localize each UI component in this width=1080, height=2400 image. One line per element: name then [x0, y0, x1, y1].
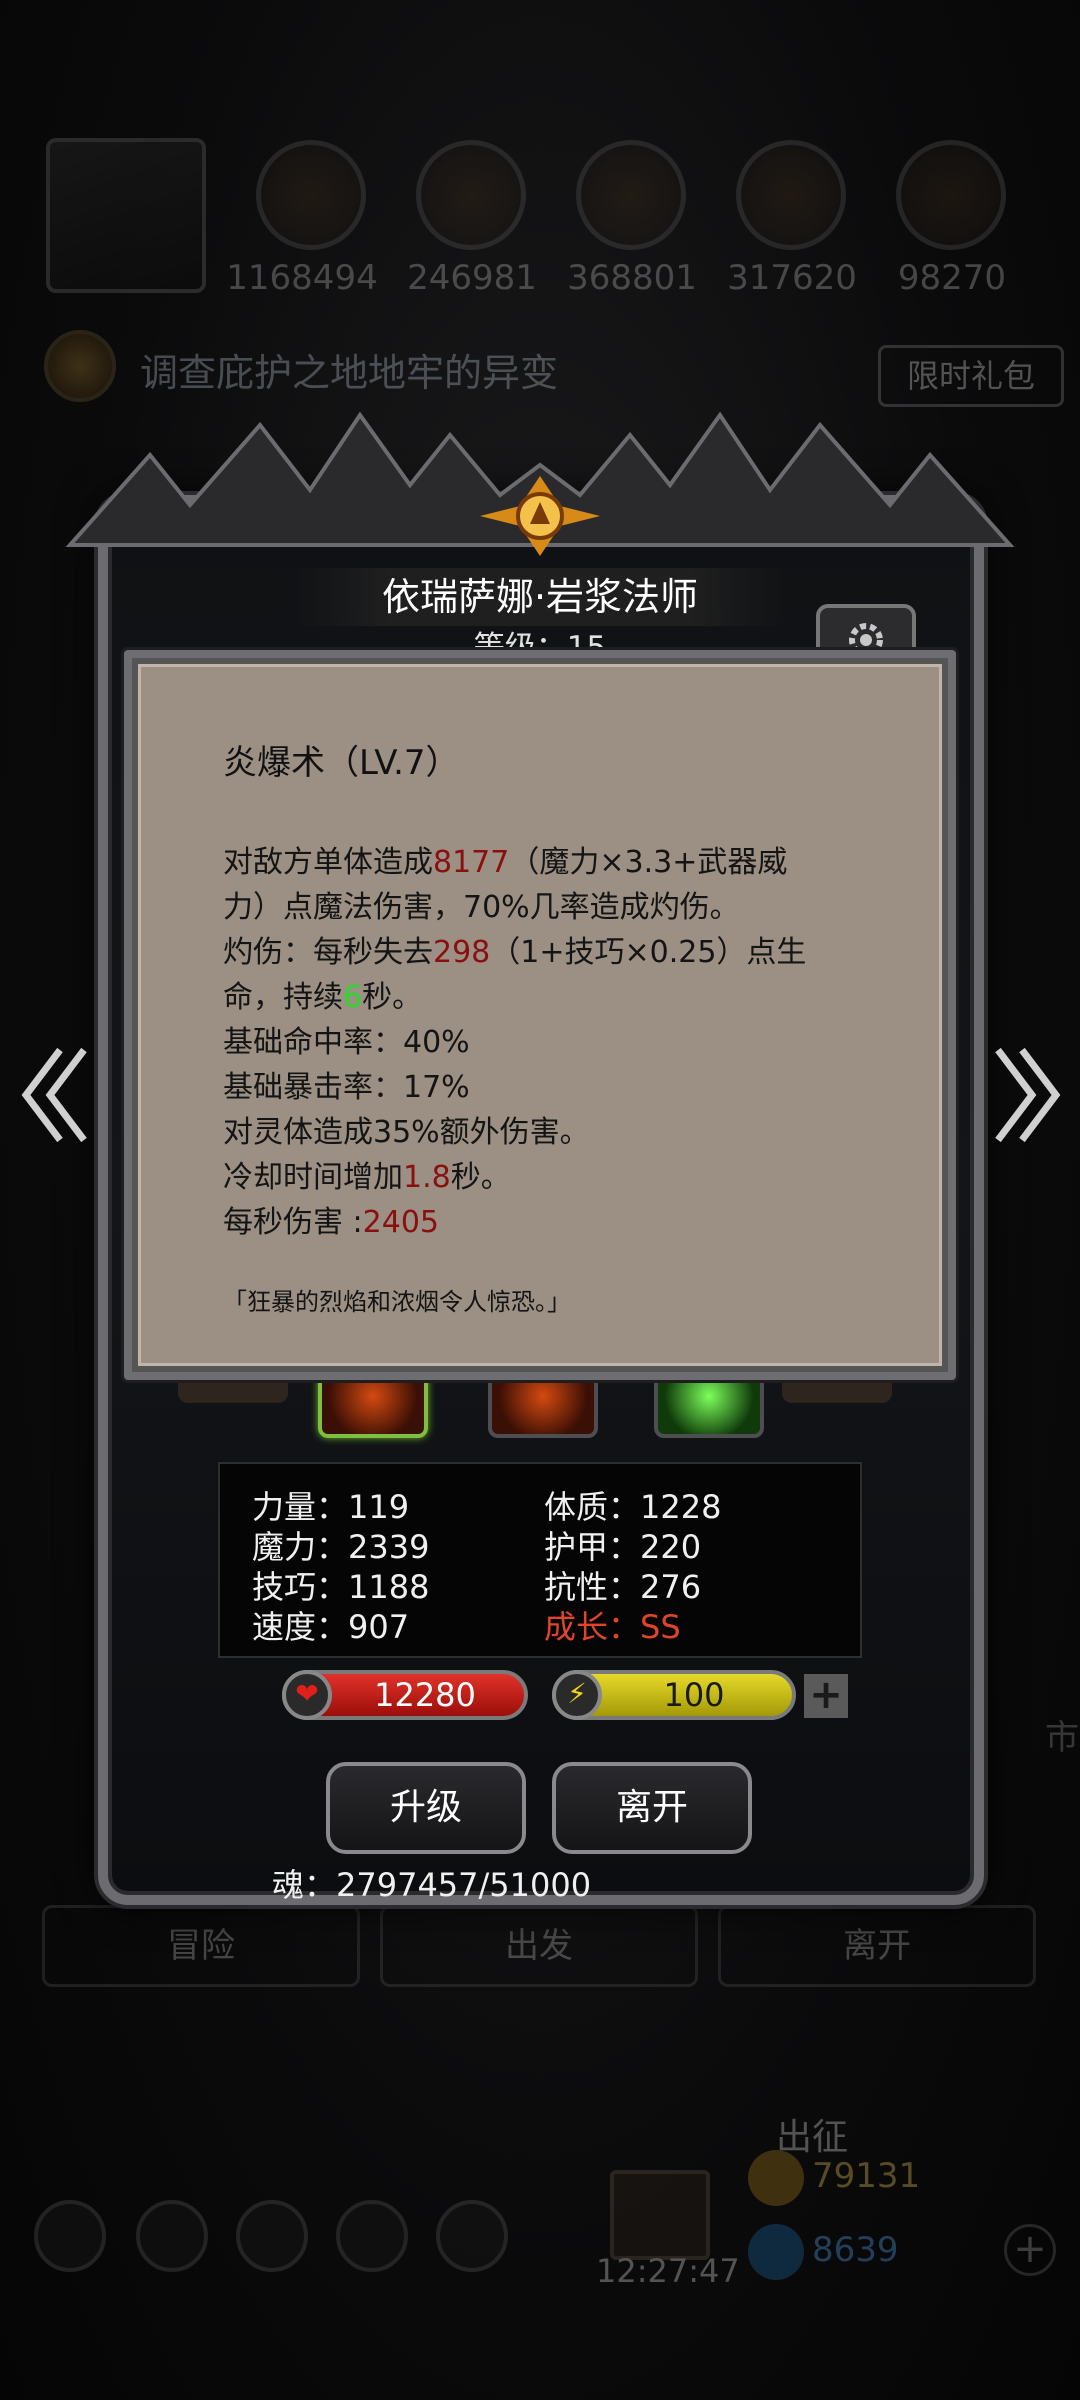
- quest-text[interactable]: 调查庇护之地地牢的异变: [140, 342, 558, 397]
- adventure-button[interactable]: 冒险: [42, 1905, 360, 1987]
- resource-icon: [416, 140, 526, 250]
- chevron-left-icon[interactable]: [12, 1040, 92, 1150]
- clock: 12:27:47: [596, 2252, 740, 2290]
- side-label: 市: [1045, 1718, 1079, 1758]
- hero-name: 依瑞萨娜·岩浆法师: [290, 568, 790, 626]
- skill-flavor-text: 「狂暴的烈焰和浓烟令人惊恐。」: [223, 1288, 571, 1316]
- emblem-icon: [480, 476, 600, 556]
- stat-speed: 速度：907: [252, 1608, 410, 1646]
- stats-panel: 力量：119 魔力：2339 技巧：1188 速度：907 体质：1228 护甲…: [218, 1462, 862, 1658]
- chevron-right-icon[interactable]: [990, 1040, 1070, 1150]
- resource-value: 98270: [897, 258, 1007, 298]
- dps-value: 2405: [362, 1205, 440, 1240]
- resource-value: 1168494: [226, 258, 378, 298]
- hp-bar: ❤ 12280: [282, 1670, 528, 1720]
- resource-value: 246981: [407, 258, 537, 298]
- skill-desc-line: 每秒伤害 :2405: [223, 1205, 440, 1240]
- energy-value: 100: [663, 1676, 725, 1714]
- resource-value: 317620: [727, 258, 857, 298]
- coin-value: 79131: [812, 2156, 921, 2196]
- skill-desc-line: 对灵体造成35%额外伤害。: [223, 1115, 590, 1150]
- resource-value: 368801: [567, 258, 697, 298]
- resource-icon: [576, 140, 686, 250]
- resource-icon: [896, 140, 1006, 250]
- skill-desc-line: 冷却时间增加1.8秒。: [223, 1160, 511, 1195]
- coin-icon: [748, 2150, 804, 2206]
- add-energy-button[interactable]: +: [804, 1674, 848, 1718]
- menu-icon[interactable]: [436, 2200, 508, 2272]
- skill-desc-line: 基础暴击率：17%: [223, 1070, 470, 1105]
- hero-portrait[interactable]: [46, 138, 206, 293]
- gem-value: 8639: [812, 2230, 899, 2270]
- gem-icon: [748, 2224, 804, 2280]
- menu-icon[interactable]: [336, 2200, 408, 2272]
- chest-icon[interactable]: [610, 2170, 710, 2260]
- burn-damage: 298: [433, 935, 491, 970]
- plus-icon: +: [809, 1672, 843, 1718]
- skill-slot-nature[interactable]: [654, 1376, 764, 1438]
- skill-popup[interactable]: 炎爆术（LV.7） 对敌方单体造成8177（魔力×3.3+武器威 力）点魔法伤害…: [138, 664, 942, 1366]
- skill-desc-line: 命，持续6秒。: [223, 980, 423, 1015]
- soul-counter: 魂：2797457/51000: [272, 1866, 592, 1904]
- menu-icon[interactable]: [236, 2200, 308, 2272]
- hp-value: 12280: [374, 1676, 476, 1714]
- skill-damage: 8177: [433, 845, 510, 880]
- leave-button[interactable]: 离开: [552, 1762, 752, 1854]
- skill-title: 炎爆术（LV.7）: [223, 743, 460, 783]
- skill-slot-fire[interactable]: [488, 1376, 598, 1438]
- skill-desc-line: 基础命中率：40%: [223, 1025, 470, 1060]
- burn-duration: 6: [343, 980, 363, 1015]
- lightning-icon: ⚡: [552, 1670, 602, 1720]
- resource-icon: [256, 140, 366, 250]
- skill-desc-line: 对敌方单体造成8177（魔力×3.3+武器威: [223, 845, 788, 880]
- plus-icon[interactable]: +: [1004, 2224, 1056, 2276]
- exit-button[interactable]: 离开: [718, 1905, 1036, 1987]
- skill-slot-fireblast[interactable]: [318, 1376, 428, 1438]
- skill-desc-line: 力）点魔法伤害，70%几率造成灼伤。: [223, 890, 740, 925]
- quest-icon[interactable]: [44, 330, 116, 402]
- menu-icon[interactable]: [136, 2200, 208, 2272]
- energy-bar: ⚡ 100: [552, 1670, 796, 1720]
- heart-icon: ❤: [282, 1670, 332, 1720]
- skill-desc-line: 灼伤：每秒失去298（1+技巧×0.25）点生: [223, 935, 807, 970]
- cooldown-value: 1.8: [403, 1160, 451, 1195]
- resource-icon: [736, 140, 846, 250]
- menu-icon[interactable]: [34, 2200, 106, 2272]
- depart-button[interactable]: 出发: [380, 1905, 698, 1987]
- stat-growth: 成长：SS: [544, 1608, 681, 1646]
- upgrade-button[interactable]: 升级: [326, 1762, 526, 1854]
